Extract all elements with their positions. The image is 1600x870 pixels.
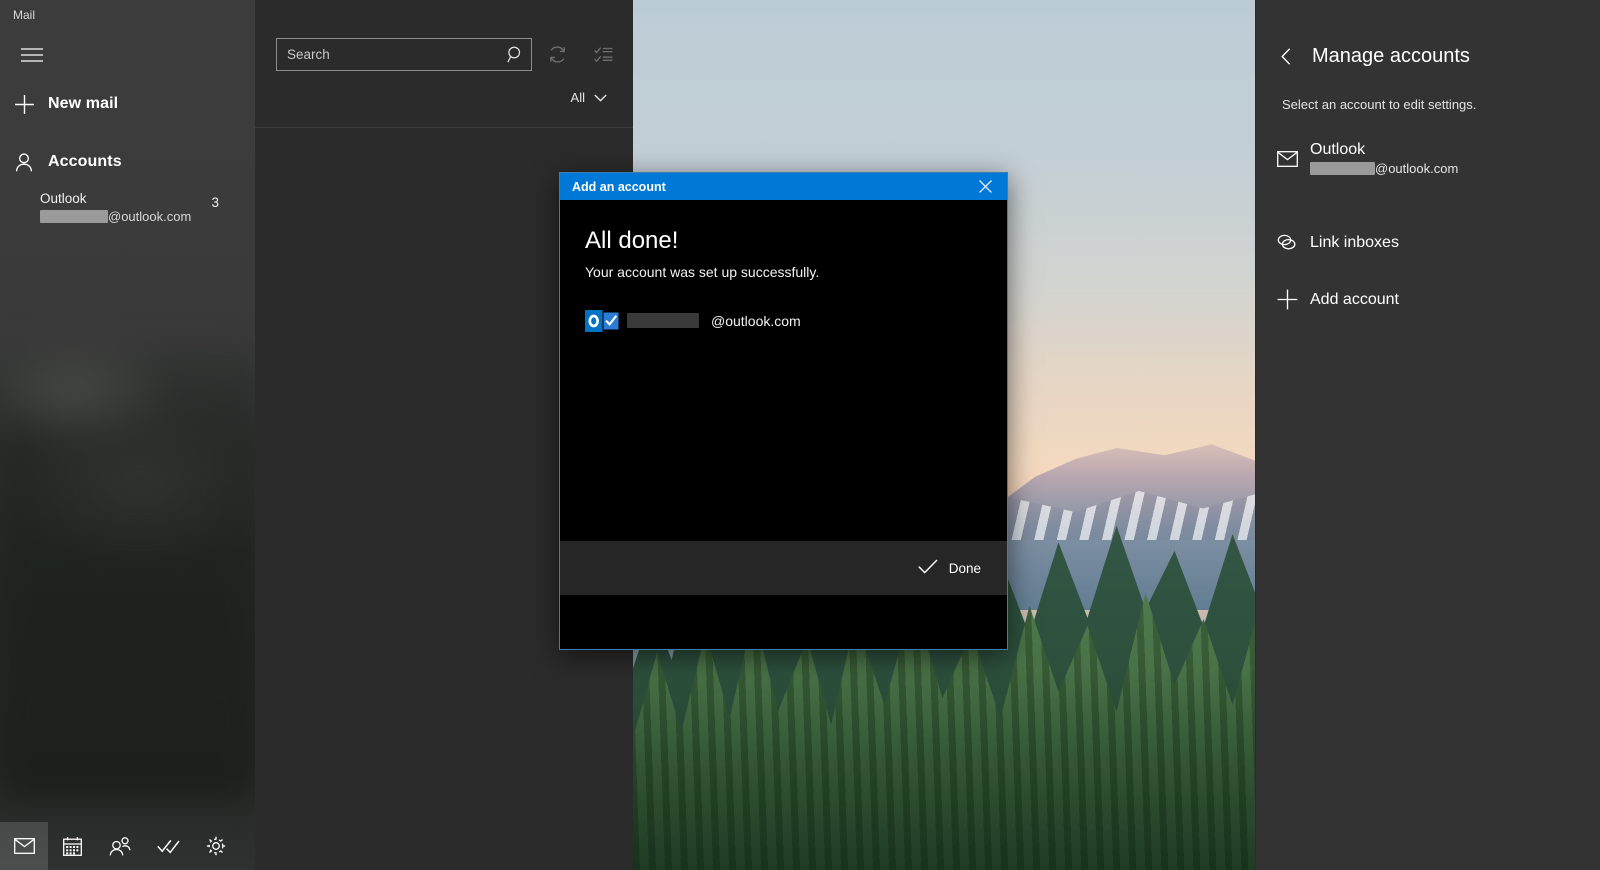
account-list-item-outlook[interactable]: Outlook 3 @outlook.com bbox=[0, 190, 255, 238]
link-icon bbox=[1264, 233, 1310, 251]
chevron-down-icon bbox=[594, 90, 607, 105]
redacted-username bbox=[1310, 162, 1375, 175]
person-icon bbox=[0, 152, 48, 172]
search-input[interactable]: Search bbox=[276, 38, 532, 71]
acrylic-blur-backdrop bbox=[0, 330, 255, 800]
filter-dropdown[interactable]: All bbox=[571, 90, 607, 105]
plus-icon bbox=[0, 94, 48, 114]
new-mail-label: New mail bbox=[48, 95, 119, 112]
mail-nav-icon[interactable] bbox=[0, 822, 48, 870]
dialog-title: Add an account bbox=[572, 179, 666, 194]
accounts-section-header[interactable]: Accounts bbox=[0, 140, 255, 184]
people-nav-icon[interactable] bbox=[96, 822, 144, 870]
account-email-domain: @outlook.com bbox=[108, 209, 192, 224]
settings-subtitle: Select an account to edit settings. bbox=[1282, 97, 1477, 112]
new-mail-button[interactable]: New mail bbox=[0, 82, 255, 126]
manage-accounts-pane: Manage accounts Select an account to edi… bbox=[1255, 0, 1600, 870]
page-title: Manage accounts bbox=[1312, 44, 1470, 67]
dialog-message: Your account was set up successfully. bbox=[585, 264, 820, 280]
settings-header: Manage accounts bbox=[1256, 38, 1470, 74]
done-button[interactable]: Done bbox=[908, 553, 991, 583]
accounts-label: Accounts bbox=[48, 153, 122, 170]
dialog-footer: Done bbox=[560, 541, 1007, 595]
todo-nav-icon[interactable] bbox=[144, 822, 192, 870]
settings-account-name: Outlook bbox=[1310, 141, 1366, 158]
settings-nav-icon[interactable] bbox=[192, 822, 240, 870]
filter-label: All bbox=[570, 90, 585, 105]
dialog-account-row: @outlook.com bbox=[585, 308, 982, 334]
plus-icon bbox=[1264, 289, 1310, 310]
left-navigation-pane: Mail New mail Accounts Outlook 3 @outloo… bbox=[0, 0, 255, 870]
bottom-nav-bar bbox=[0, 822, 255, 870]
account-unread-count: 3 bbox=[211, 195, 219, 210]
chevron-left-icon[interactable] bbox=[1268, 38, 1304, 74]
outlook-logo-icon bbox=[585, 308, 619, 334]
account-email: @outlook.com bbox=[40, 207, 241, 227]
redacted-username bbox=[40, 210, 108, 223]
search-placeholder: Search bbox=[287, 47, 330, 62]
done-button-label: Done bbox=[948, 560, 981, 576]
close-icon[interactable] bbox=[963, 173, 1007, 200]
hamburger-icon[interactable] bbox=[10, 38, 54, 72]
envelope-icon bbox=[1264, 151, 1310, 167]
dialog-account-email-domain: @outlook.com bbox=[711, 313, 801, 329]
settings-account-text: Outlook @outlook.com bbox=[1310, 140, 1458, 178]
checkmark-icon bbox=[917, 559, 938, 577]
message-list-header: Search All bbox=[255, 0, 633, 128]
settings-link-inboxes-label: Link inboxes bbox=[1310, 233, 1399, 251]
sync-icon[interactable] bbox=[540, 38, 574, 71]
calendar-nav-icon[interactable] bbox=[48, 822, 96, 870]
settings-add-account-label: Add account bbox=[1310, 290, 1399, 308]
redacted-username bbox=[627, 313, 699, 328]
app-title: Mail bbox=[13, 8, 36, 22]
dialog-heading: All done! bbox=[585, 227, 679, 254]
settings-account-email: @outlook.com bbox=[1310, 159, 1458, 178]
add-account-dialog: Add an account All done! Your account wa… bbox=[559, 172, 1008, 650]
selection-mode-icon[interactable] bbox=[586, 38, 620, 71]
settings-link-inboxes[interactable]: Link inboxes bbox=[1264, 216, 1593, 268]
settings-account-outlook[interactable]: Outlook @outlook.com bbox=[1264, 133, 1593, 185]
search-icon[interactable] bbox=[499, 46, 531, 63]
dialog-title-bar: Add an account bbox=[560, 173, 1007, 200]
dialog-account-email: @outlook.com bbox=[627, 313, 801, 329]
dialog-body: All done! Your account was set up succes… bbox=[560, 200, 1007, 595]
settings-add-account[interactable]: Add account bbox=[1264, 273, 1593, 325]
settings-account-email-domain: @outlook.com bbox=[1375, 161, 1459, 176]
screen: Mail New mail Accounts Outlook 3 @outloo… bbox=[0, 0, 1600, 870]
